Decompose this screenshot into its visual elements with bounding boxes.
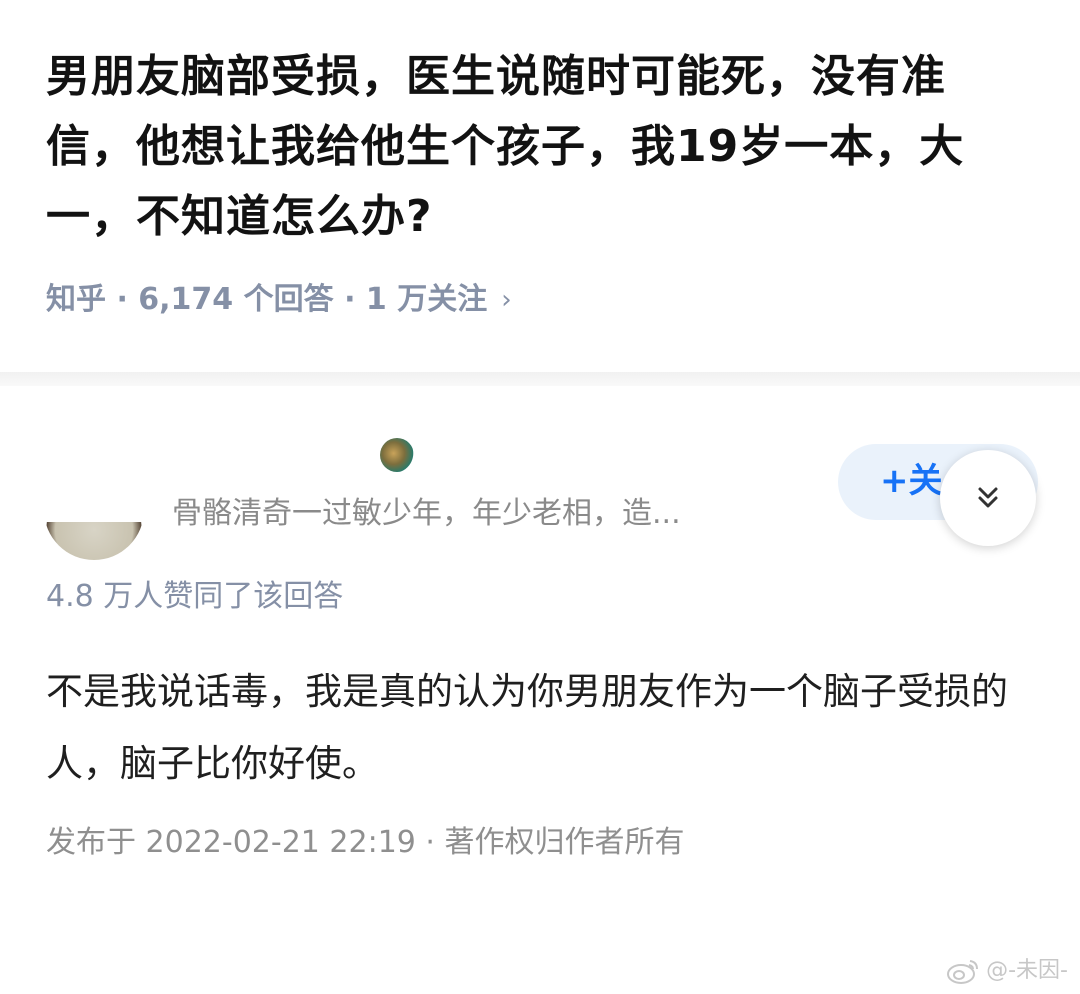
expand-button[interactable] [940,450,1036,546]
follow-button-label: +关 [880,461,942,501]
avatar[interactable] [44,460,144,560]
chevron-right-icon: › [501,285,512,315]
author-badge-icon [380,438,414,472]
watermark: @-未因- [946,956,1068,986]
question-card: 男朋友脑部受损，医生说随时可能死，没有准信，他想让我给他生个孩子，我19岁一本，… [0,0,1080,372]
watermark-text: @-未因- [986,958,1068,983]
answer-body[interactable]: 不是我说话毒，我是真的认为你男朋友作为一个脑子受损的人，脑子比你好使。 [46,656,1036,800]
author-bio: 骨骼清奇一过敏少年，年少老相，造... [172,496,681,531]
question-title[interactable]: 男朋友脑部受损，医生说随时可能死，没有准信，他想让我给他生个孩子，我19岁一本，… [46,42,1026,252]
weibo-icon [947,960,979,984]
double-chevron-down-icon [978,487,998,508]
section-divider [0,372,1080,386]
question-meta[interactable]: 知乎 · 6,174 个回答 · 1 万关注 › [46,278,512,322]
answer-author-row: 骨骼清奇一过敏少年，年少老相，造... +关 [0,420,1080,570]
question-meta-text: 知乎 · 6,174 个回答 · 1 万关注 [46,282,488,317]
publish-info: 发布于 2022-02-21 22:19 · 著作权归作者所有 [46,825,685,860]
vote-count: 4.8 万人赞同了该回答 [46,579,344,614]
